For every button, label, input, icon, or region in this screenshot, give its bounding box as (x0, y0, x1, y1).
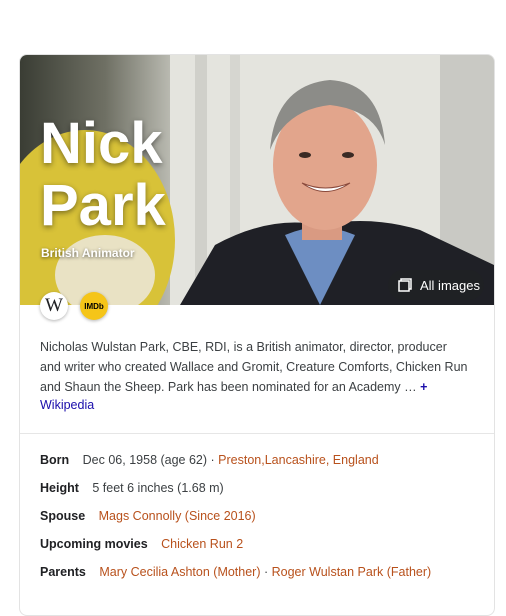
title-line-2: Park (40, 173, 166, 238)
hero-image[interactable]: Nick Park British Animator All images (20, 55, 494, 305)
fact-label[interactable]: Upcoming movies (40, 537, 148, 551)
divider (20, 433, 494, 434)
all-images-label: All images (420, 277, 480, 293)
title-line-1: Nick (40, 111, 163, 176)
facts-list: Born Dec 06, 1958 (age 62) · Preston,Lan… (40, 451, 431, 591)
separator: · (260, 565, 272, 579)
mother-link[interactable]: Mary Cecilia Ashton (Mother) (99, 565, 260, 579)
description: Nicholas Wulstan Park, CBE, RDI, is a Br… (40, 337, 470, 397)
separator: · (207, 453, 219, 467)
description-text: Nicholas Wulstan Park, CBE, RDI, is a Br… (40, 340, 468, 394)
all-images-button[interactable]: All images (388, 270, 484, 300)
fact-born: Born Dec 06, 1958 (age 62) · Preston,Lan… (40, 451, 431, 479)
fact-label[interactable]: Born (40, 453, 69, 467)
fact-upcoming-movies: Upcoming movies Chicken Run 2 (40, 535, 431, 563)
fact-height: Height 5 feet 6 inches (1.68 m) (40, 479, 431, 507)
fact-label[interactable]: Parents (40, 565, 86, 579)
fact-spouse: Spouse Mags Connolly (Since 2016) (40, 507, 431, 535)
entity-subtitle: British Animator (41, 246, 135, 260)
fact-label[interactable]: Spouse (40, 509, 85, 523)
fact-label[interactable]: Height (40, 481, 79, 495)
father-link[interactable]: Roger Wulstan Park (Father) (272, 565, 432, 579)
fact-value: Dec 06, 1958 (age 62) (82, 453, 208, 467)
spouse-link[interactable]: Mags Connolly (Since 2016) (99, 509, 256, 523)
images-icon (398, 278, 412, 292)
imdb-icon[interactable]: IMDb (80, 292, 108, 320)
knowledge-panel: Nick Park British Animator All images W … (19, 54, 495, 616)
birthplace-link[interactable]: Preston,Lancashire, England (218, 453, 379, 467)
wikipedia-icon[interactable]: W (40, 292, 68, 320)
fact-parents: Parents Mary Cecilia Ashton (Mother) · R… (40, 563, 431, 591)
expand-plus-icon[interactable]: + (420, 380, 427, 394)
wikipedia-link[interactable]: Wikipedia (40, 398, 94, 412)
entity-title: Nick Park (40, 113, 166, 237)
movie-link[interactable]: Chicken Run 2 (161, 537, 243, 551)
fact-value: 5 feet 6 inches (1.68 m) (92, 481, 224, 495)
source-icons: W IMDb (40, 292, 108, 320)
